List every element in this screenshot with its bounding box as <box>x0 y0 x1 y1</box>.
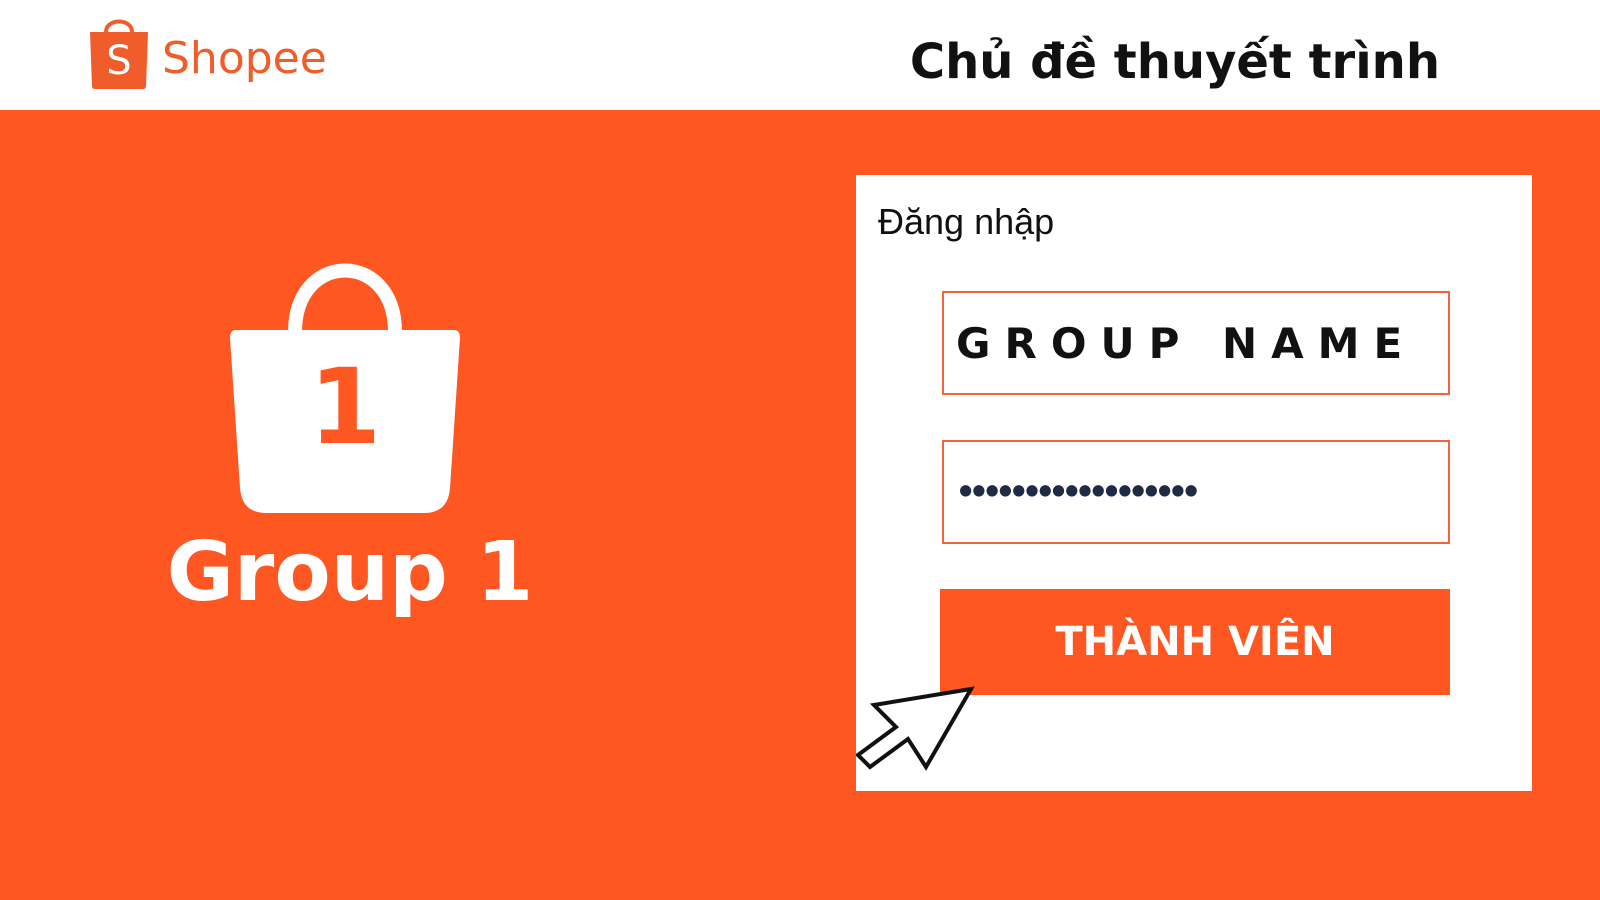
group-number: 1 <box>308 346 382 468</box>
shopee-bag-icon: S <box>90 19 148 89</box>
group-label: Group 1 <box>166 525 534 620</box>
page-title: Chủ đề thuyết trình <box>909 34 1440 90</box>
main-area: 1 Group 1 Đăng nhập GROUP NAME •••••••••… <box>0 110 1600 900</box>
username-input[interactable]: GROUP NAME <box>942 291 1450 395</box>
mouse-pointer-icon <box>856 686 975 771</box>
password-input[interactable]: •••••••••••••••••• <box>942 440 1450 544</box>
thanh-vien-button[interactable]: THÀNH VIÊN <box>940 589 1450 695</box>
group-hero: 1 Group 1 <box>160 260 540 640</box>
header-bar: S Shopee Chủ đề thuyết trình <box>0 0 1600 110</box>
brand-name: Shopee <box>162 32 327 84</box>
username-value: GROUP NAME <box>956 318 1417 368</box>
shopee-logo[interactable]: S Shopee <box>86 12 327 92</box>
slide-page: S Shopee Chủ đề thuyết trình 1 Group 1 Đ… <box>0 0 1600 900</box>
password-value: •••••••••••••••••• <box>956 473 1201 511</box>
login-card: Đăng nhập GROUP NAME •••••••••••••••••• … <box>856 175 1532 791</box>
login-heading: Đăng nhập <box>878 201 1055 242</box>
shopee-bag-letter: S <box>106 38 131 84</box>
